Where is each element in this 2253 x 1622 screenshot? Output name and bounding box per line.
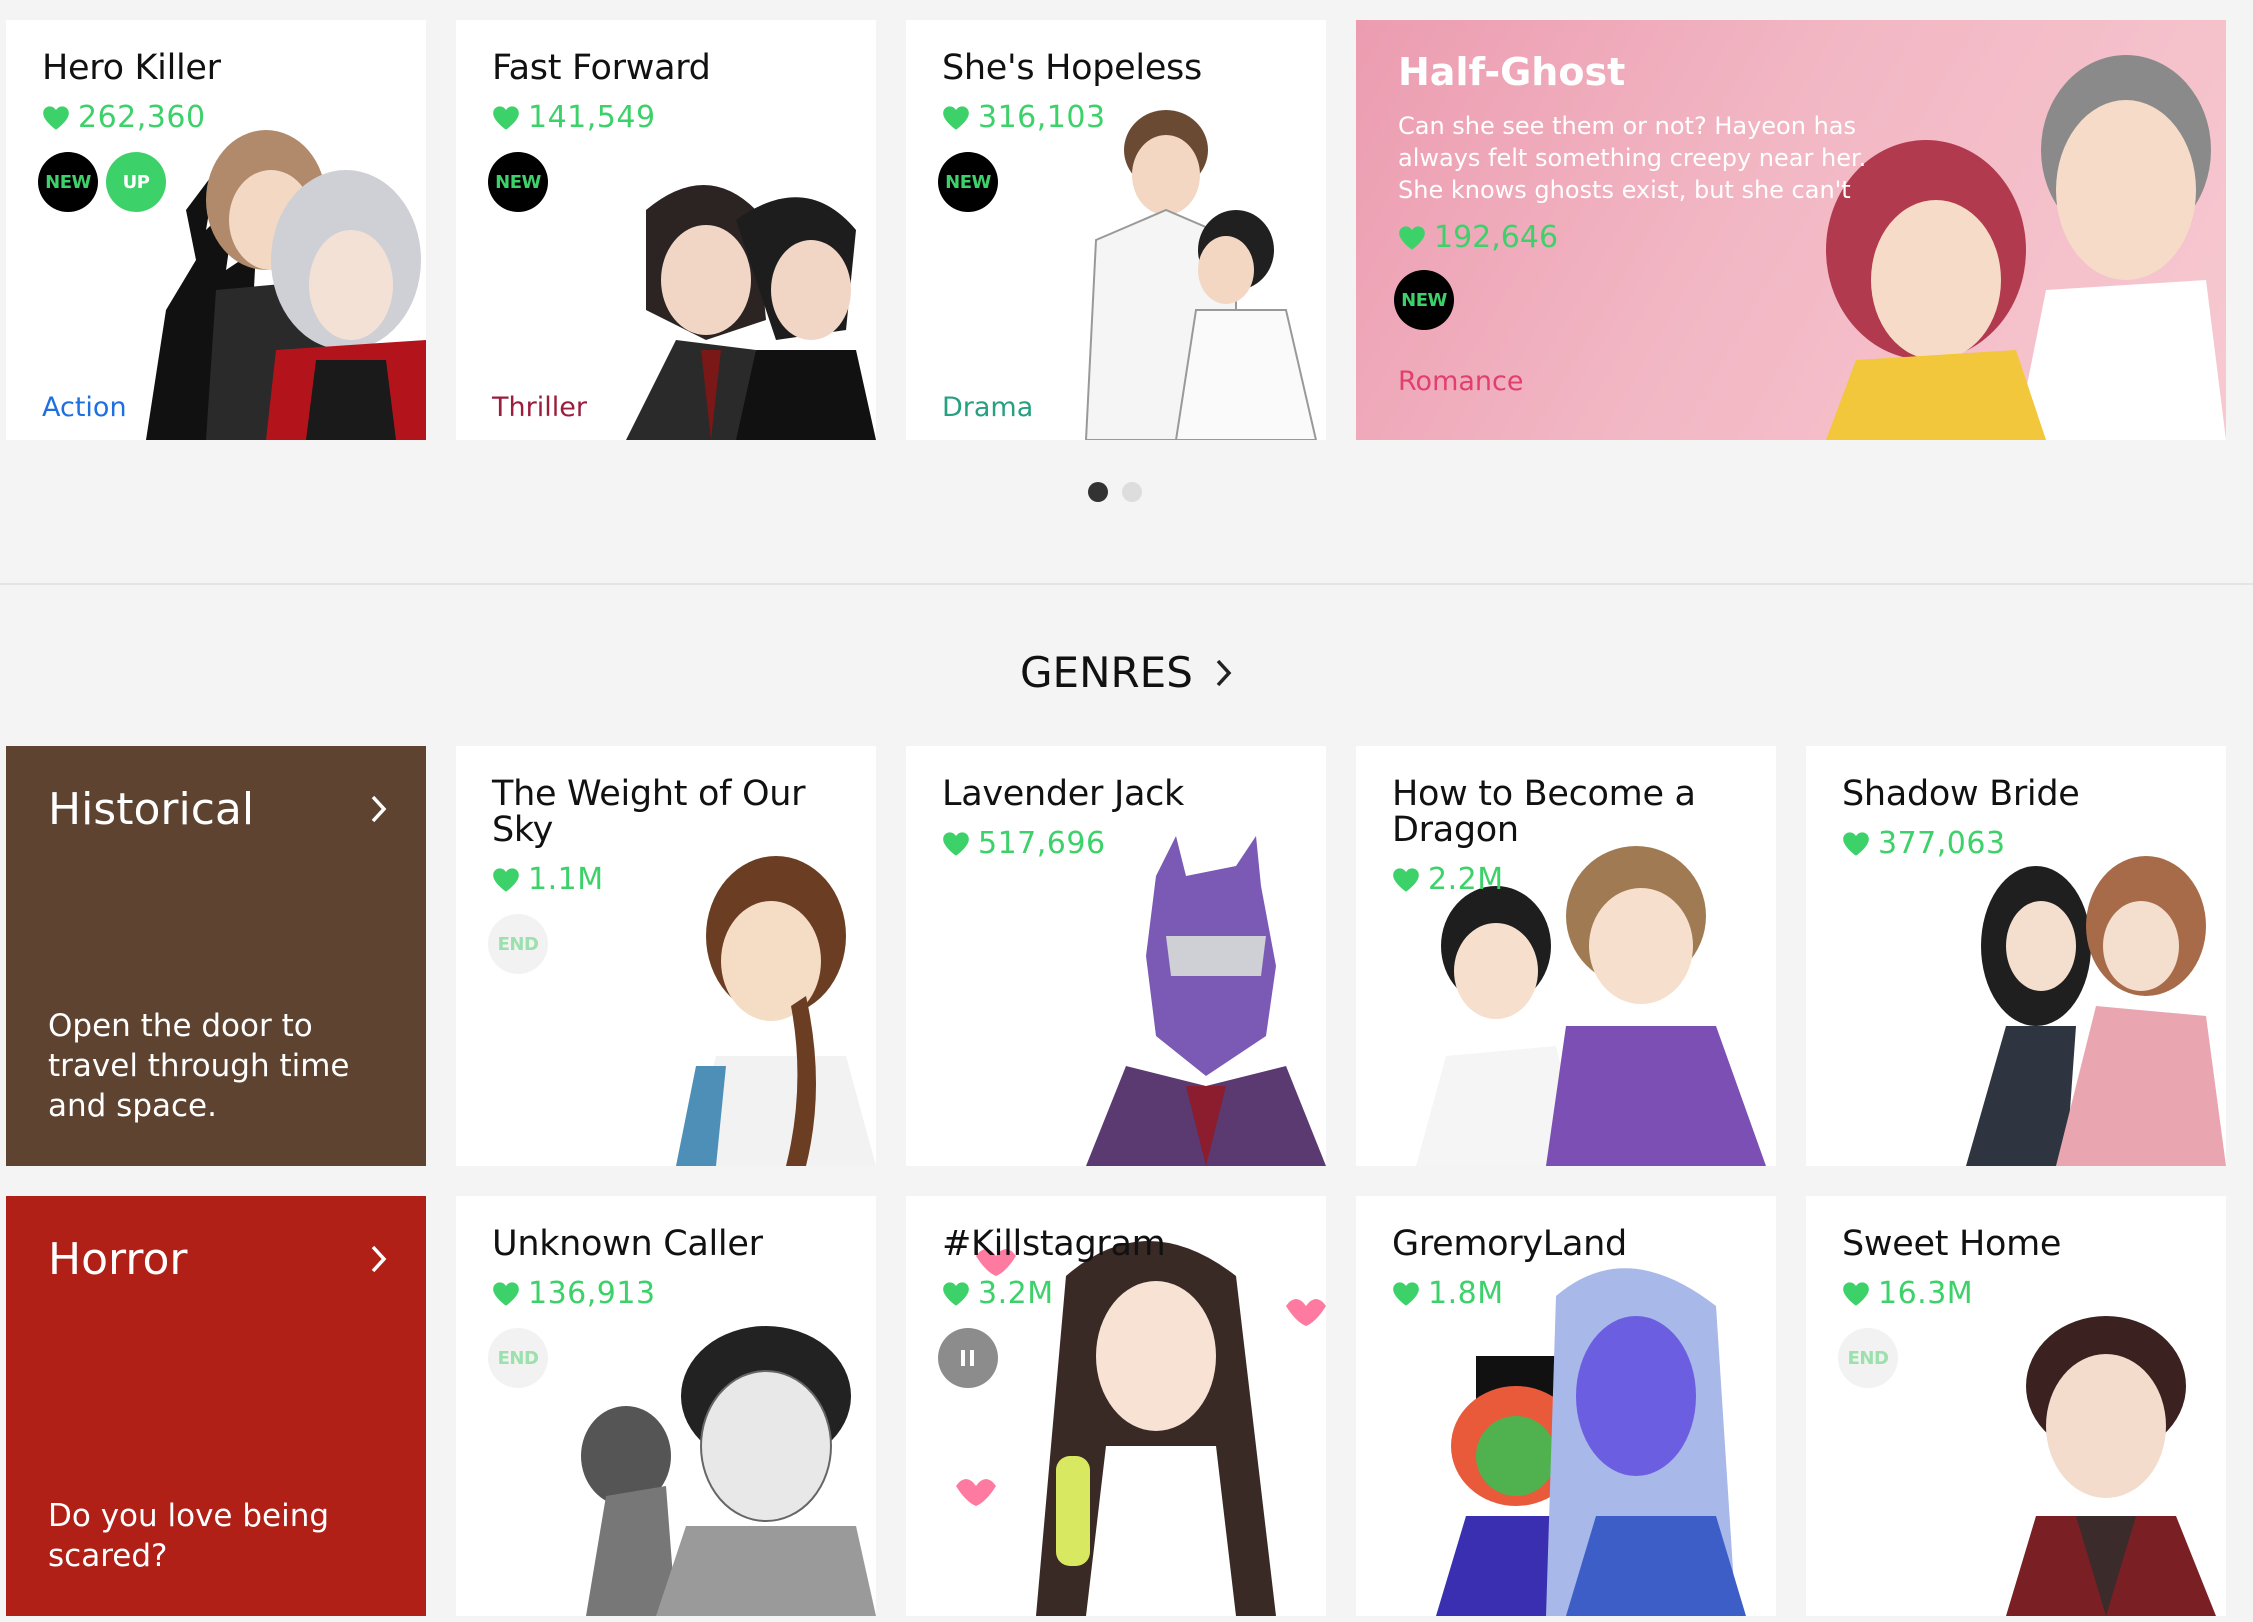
hero-title: Half-Ghost [1398, 50, 1626, 94]
genre-tag: Action [42, 392, 127, 423]
featured-card-shes-hopeless[interactable]: She's Hopeless 316,103 NEW Drama [906, 20, 1326, 440]
up-badge: UP [106, 152, 166, 212]
hero-killer-artwork [146, 130, 426, 440]
genre-tag: Drama [942, 392, 1034, 423]
genre-name: Historical [48, 784, 255, 835]
genre-description: Open the door to travel through time and… [48, 1008, 350, 1124]
carousel-dot-2[interactable] [1122, 482, 1142, 502]
shadow-bride-artwork [1966, 856, 2226, 1166]
new-badge: NEW [1394, 270, 1454, 330]
likes-count: 136,913 [492, 1276, 656, 1311]
card-title: Lavender Jack [942, 774, 1185, 814]
genres-heading: GENRES [1020, 648, 1193, 697]
card-shadow-bride[interactable]: Shadow Bride 377,063 [1806, 746, 2226, 1166]
card-killstagram[interactable]: #Killstagram 3.2M [906, 1196, 1326, 1616]
sweet-home-artwork [2006, 1316, 2216, 1616]
card-title: The Weight of Our Sky [492, 774, 806, 850]
heart-icon [1392, 867, 1420, 893]
card-title: Sweet Home [1842, 1224, 2062, 1264]
carousel-dot-1[interactable] [1088, 482, 1108, 502]
heart-icon [942, 105, 970, 131]
genre-tag: Romance [1398, 366, 1524, 397]
heart-icon [1392, 1281, 1420, 1307]
genre-name: Horror [48, 1234, 188, 1285]
likes-count: 192,646 [1398, 220, 1558, 255]
chevron-right-icon [1216, 659, 1232, 686]
genre-description: Do you love being scared? [48, 1498, 330, 1574]
card-title: Unknown Caller [492, 1224, 763, 1264]
heart-icon [1398, 225, 1426, 251]
end-badge: END [488, 1328, 548, 1388]
pause-icon [961, 1350, 974, 1366]
card-lavender-jack[interactable]: Lavender Jack 517,696 [906, 746, 1326, 1166]
fast-forward-artwork [626, 185, 876, 440]
card-title: Shadow Bride [1842, 774, 2080, 814]
likes-count: 517,696 [942, 826, 1106, 861]
section-divider [0, 583, 2253, 585]
carousel-pagination [1088, 482, 1142, 502]
heart-icon [942, 1281, 970, 1307]
heart-icon [42, 105, 70, 131]
genre-historical-box[interactable]: Historical Open the door to travel throu… [6, 746, 426, 1166]
end-badge: END [1838, 1328, 1898, 1388]
new-badge: NEW [938, 152, 998, 212]
featured-hero-half-ghost[interactable]: Half-Ghost Can she see them or not? Haye… [1356, 20, 2226, 440]
genre-horror-box[interactable]: Horror Do you love being scared? [6, 1196, 426, 1616]
chevron-right-icon [371, 795, 387, 823]
heart-icon [492, 867, 520, 893]
card-how-to-become-a-dragon[interactable]: How to Become a Dragon 2.2M [1356, 746, 1776, 1166]
likes-count: 377,063 [1842, 826, 2006, 861]
likes-count: 316,103 [942, 100, 1106, 135]
half-ghost-artwork [1826, 55, 2226, 440]
card-title: Fast Forward [492, 48, 711, 88]
heart-icon [492, 1281, 520, 1307]
genres-heading-link[interactable]: GENRES [1020, 648, 1233, 697]
shes-hopeless-artwork [1084, 110, 1318, 440]
hero-description: Can she see them or not? Hayeon has alwa… [1398, 112, 1867, 204]
pause-badge [938, 1328, 998, 1388]
card-sweet-home[interactable]: Sweet Home 16.3M END [1806, 1196, 2226, 1616]
genre-tag: Thriller [492, 392, 587, 423]
heart-icon [1842, 1281, 1870, 1307]
card-the-weight-of-our-sky[interactable]: The Weight of Our Sky 1.1M END [456, 746, 876, 1166]
unknown-caller-artwork [581, 1326, 876, 1616]
likes-count: 3.2M [942, 1276, 1054, 1311]
likes-count: 1.8M [1392, 1276, 1504, 1311]
card-title: How to Become a Dragon [1392, 774, 1696, 850]
card-gremoryland[interactable]: GremoryLand 1.8M [1356, 1196, 1776, 1616]
card-title: #Killstagram [942, 1224, 1166, 1264]
weight-of-our-sky-artwork [676, 856, 876, 1166]
likes-count: 2.2M [1392, 862, 1504, 897]
new-badge: NEW [38, 152, 98, 212]
card-title: She's Hopeless [942, 48, 1202, 88]
card-title: GremoryLand [1392, 1224, 1627, 1264]
heart-icon [1842, 831, 1870, 857]
heart-icon [942, 831, 970, 857]
card-unknown-caller[interactable]: Unknown Caller 136,913 END [456, 1196, 876, 1616]
heart-icon [492, 105, 520, 131]
card-title: Hero Killer [42, 48, 221, 88]
featured-card-fast-forward[interactable]: Fast Forward 141,549 NEW Thriller [456, 20, 876, 440]
chevron-right-icon [371, 1245, 387, 1273]
end-badge: END [488, 914, 548, 974]
featured-card-hero-killer[interactable]: Hero Killer 262,360 NEW UP Action [6, 20, 426, 440]
new-badge: NEW [488, 152, 548, 212]
likes-count: 1.1M [492, 862, 604, 897]
likes-count: 262,360 [42, 100, 206, 135]
likes-count: 141,549 [492, 100, 656, 135]
lavender-jack-artwork [1086, 836, 1326, 1166]
likes-count: 16.3M [1842, 1276, 1973, 1311]
